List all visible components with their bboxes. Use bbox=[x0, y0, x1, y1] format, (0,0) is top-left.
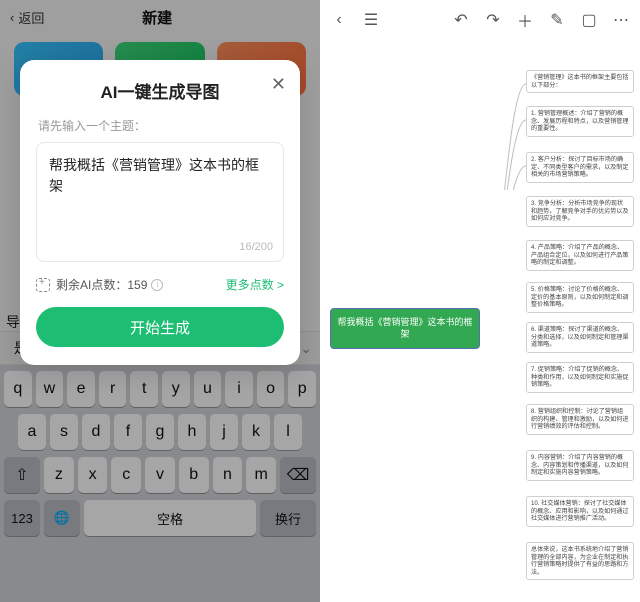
mindmap-toolbar: ‹ ☰ ↶ ↷ ＋ ✎ ▢ ⋯ bbox=[320, 0, 640, 40]
menu-icon[interactable]: ☰ bbox=[362, 11, 380, 29]
child-node-11[interactable]: 总体来说，这本书系统地介绍了营销管理的全部内容，为企业在制定和执行营销策略时提供… bbox=[526, 542, 634, 580]
ai-modal: AI一键生成导图 ✕ 请先输入一个主题： 帮我概括《营销管理》这本书的框架 16… bbox=[20, 60, 300, 365]
child-node-3[interactable]: 3. 竞争分析：分析市场竞争的现状和趋势，了解竞争对手的优劣势以及如何应对竞争。 bbox=[526, 196, 634, 227]
child-node-1[interactable]: 1. 营销管理概述：介绍了营销的概念、发展历程和特点，以及营销管理的重要性。 bbox=[526, 106, 634, 137]
mindmap-canvas[interactable]: 帮我概括《营销管理》这本书的框架 《营销管理》这本书的框架主要包括以下部分： 1.… bbox=[320, 40, 640, 602]
root-node[interactable]: 帮我概括《营销管理》这本书的框架 bbox=[330, 308, 480, 349]
more-icon[interactable]: ⋯ bbox=[612, 11, 630, 29]
generate-button[interactable]: 开始生成 bbox=[36, 307, 284, 347]
child-node-0[interactable]: 《营销管理》这本书的框架主要包括以下部分： bbox=[526, 70, 634, 93]
child-node-4[interactable]: 4. 产品策略：介绍了产品的概念、产品组合定位，以及如何进行产品策略的制定和调整… bbox=[526, 240, 634, 271]
child-node-10[interactable]: 10. 社交媒体营销：探讨了社交媒体的概念、应用和影响，以及如何通过社交媒体进行… bbox=[526, 496, 634, 527]
topic-input[interactable]: 帮我概括《营销管理》这本书的框架 16/200 bbox=[36, 142, 284, 262]
save-icon[interactable]: ▢ bbox=[580, 11, 598, 29]
generate-button-label: 开始生成 bbox=[130, 317, 190, 338]
add-icon[interactable]: ＋ bbox=[516, 11, 534, 29]
child-node-2[interactable]: 2. 客户分析：探讨了目标市场的确定、不同类型客户的需求，以及制定相关的市场营销… bbox=[526, 152, 634, 183]
info-icon[interactable]: i bbox=[151, 279, 163, 291]
close-icon[interactable]: ✕ bbox=[271, 74, 286, 95]
erase-icon[interactable]: ✎ bbox=[548, 11, 566, 29]
child-node-6[interactable]: 6. 渠道策略：探讨了渠道的概念、分类和选择，以及如何制定和管理渠道策略。 bbox=[526, 322, 634, 353]
modal-title: AI一键生成导图 bbox=[36, 78, 284, 103]
char-counter: 16/200 bbox=[239, 241, 273, 253]
child-node-5[interactable]: 5. 价格策略：讨论了价格的概念、定价的基本原则，以及如何制定和调整价格策略。 bbox=[526, 282, 634, 313]
points-icon bbox=[36, 278, 50, 292]
undo-icon[interactable]: ↶ bbox=[452, 11, 470, 29]
topic-text: 帮我概括《营销管理》这本书的框架 bbox=[49, 155, 271, 197]
back-icon[interactable]: ‹ bbox=[330, 11, 348, 29]
points-row: 剩余AI点数： 159 i 更多点数 > bbox=[36, 276, 284, 293]
left-phone: ‹ 返回 新建 导 AI一键生成导图 ✕ 请先输入一个主题： 帮我概括《营销管理… bbox=[0, 0, 320, 602]
points-value: 159 bbox=[127, 278, 147, 292]
right-phone: ‹ ☰ ↶ ↷ ＋ ✎ ▢ ⋯ 帮我概括《营销管理》这本书的框架 《营销管理》这… bbox=[320, 0, 640, 602]
points-label: 剩余AI点数： bbox=[56, 276, 127, 293]
more-points-link[interactable]: 更多点数 > bbox=[226, 276, 284, 293]
child-node-7[interactable]: 7. 促销策略：介绍了促销的概念、种类和作用，以及如何制定和实施促销策略。 bbox=[526, 362, 634, 393]
redo-icon[interactable]: ↷ bbox=[484, 11, 502, 29]
child-node-8[interactable]: 8. 营销组织和控制：讨论了营销组织的构建、管理和激励，以及如何进行营销绩效的评… bbox=[526, 404, 634, 435]
child-node-9[interactable]: 9. 内容营销：介绍了内容营销的概念、内容策划和传播渠道，以及如何制定和实施内容… bbox=[526, 450, 634, 481]
modal-caption: 请先输入一个主题： bbox=[38, 117, 282, 134]
